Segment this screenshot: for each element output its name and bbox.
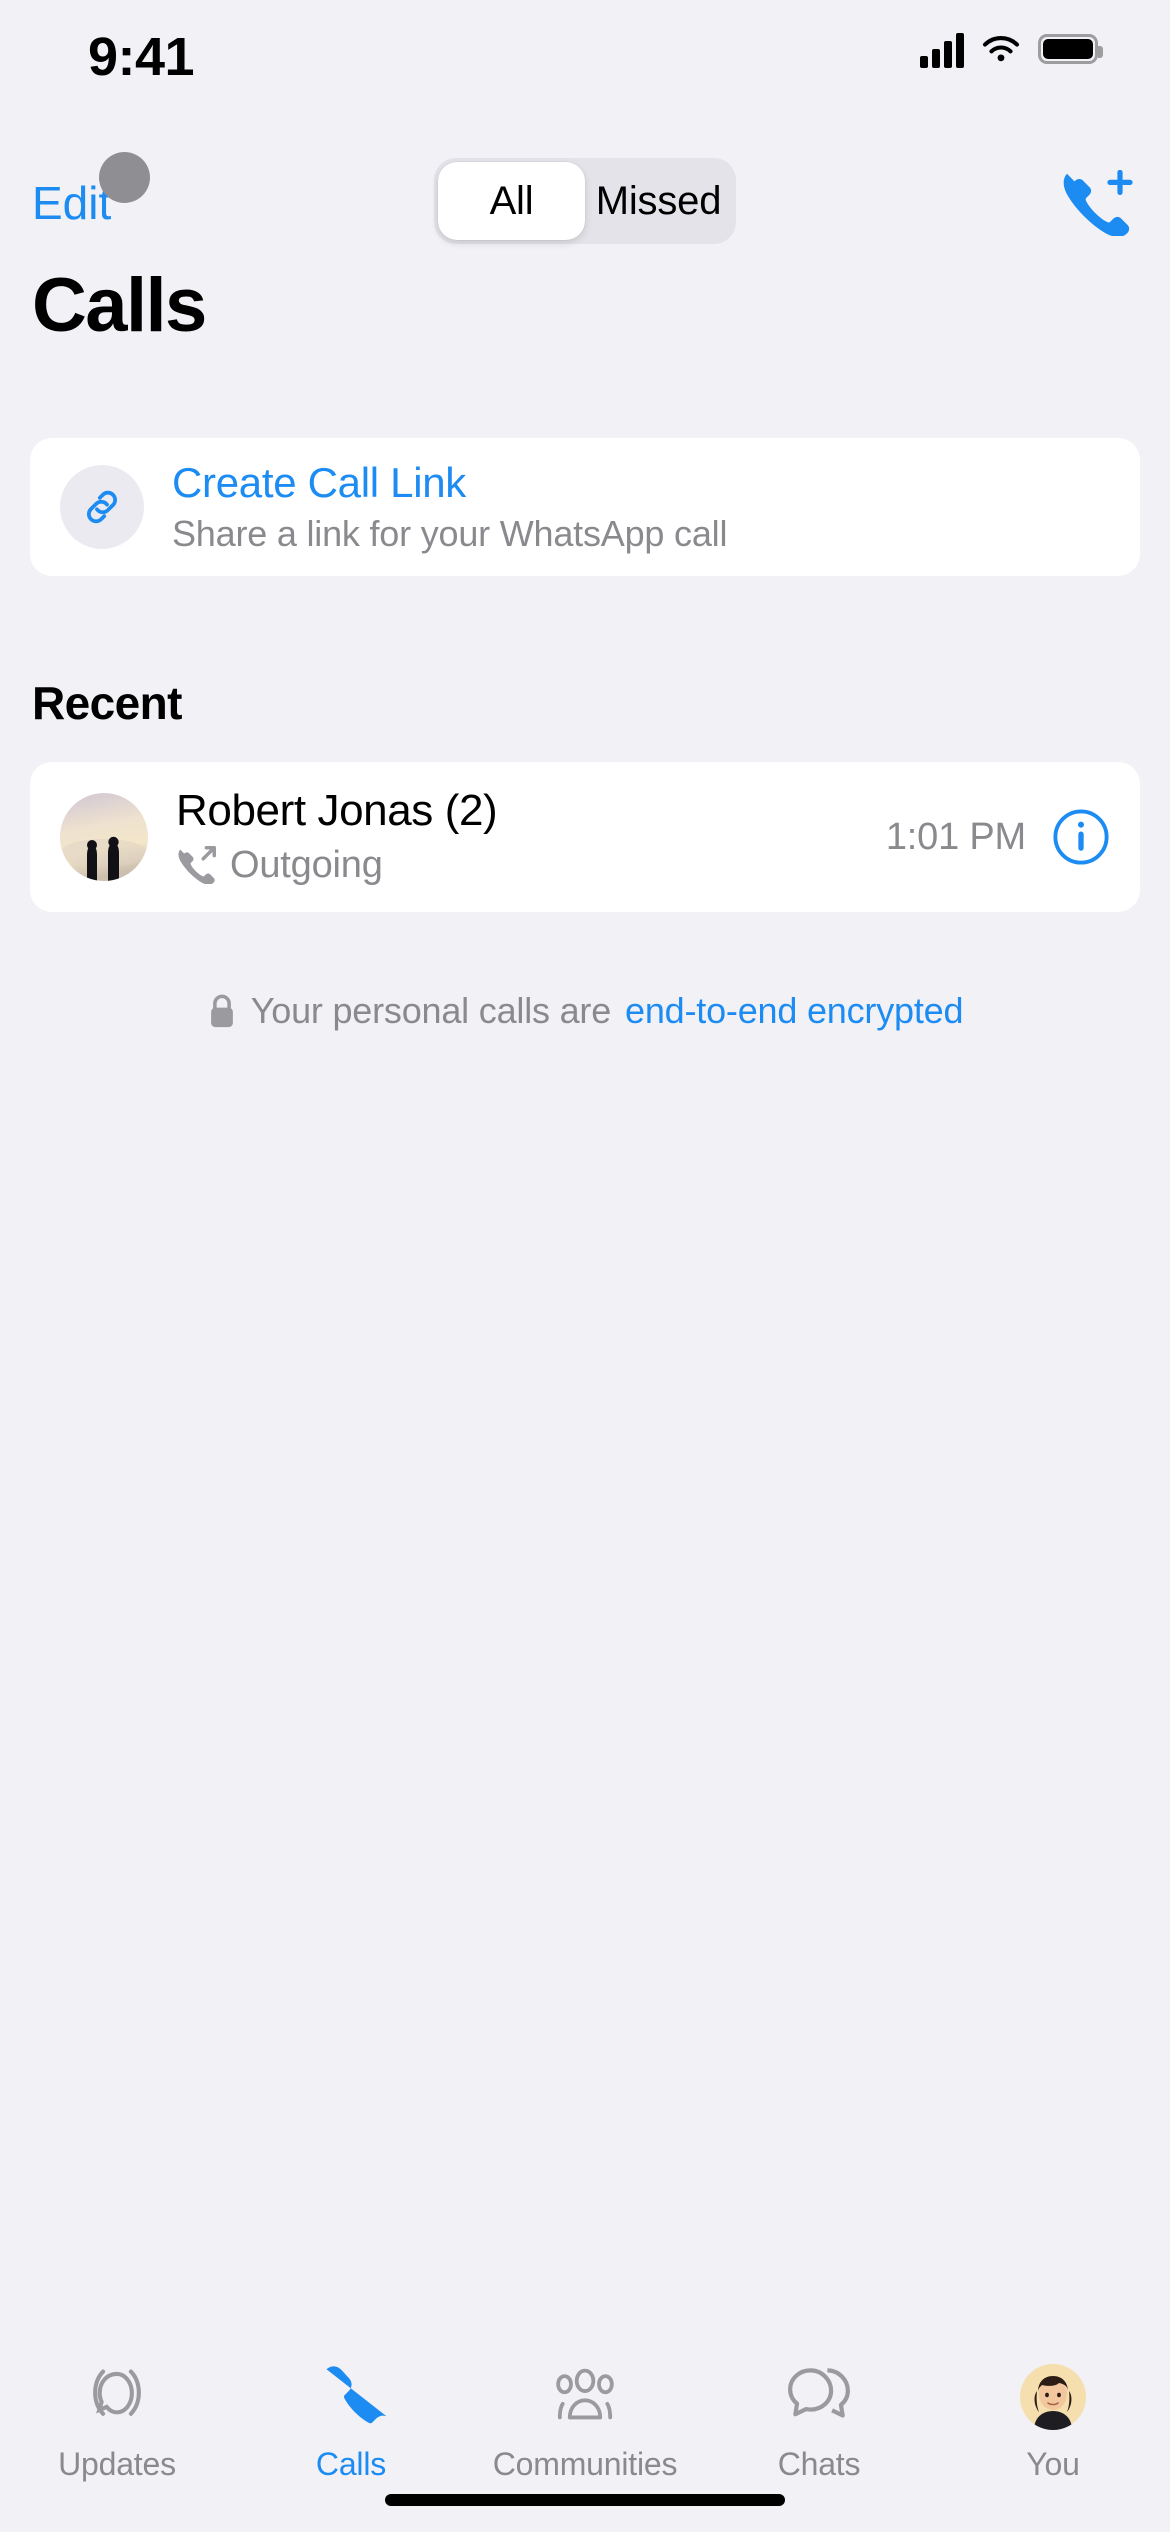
contact-avatar[interactable] bbox=[60, 793, 148, 881]
navigation-bar: Edit All Missed bbox=[0, 152, 1170, 262]
whatsapp-calls-screen: 9:41 Edit All Missed Calls Create Call L… bbox=[0, 0, 1170, 2532]
tab-label-updates: Updates bbox=[58, 2446, 176, 2482]
home-indicator[interactable] bbox=[385, 2494, 785, 2506]
link-chain-icon bbox=[60, 465, 144, 549]
status-bar-indicators bbox=[920, 30, 1103, 68]
encryption-notice-text: Your personal calls are bbox=[250, 990, 612, 1031]
call-log-row[interactable]: Robert Jonas (2) Outgoing 1:01 PM bbox=[30, 762, 1140, 912]
tab-calls[interactable]: Calls bbox=[234, 2358, 468, 2483]
tab-label-chats: Chats bbox=[777, 2446, 861, 2482]
create-call-link-card[interactable]: Create Call Link Share a link for your W… bbox=[30, 438, 1140, 576]
tab-you[interactable]: You bbox=[936, 2358, 1170, 2483]
calls-filter-segmented-control[interactable]: All Missed bbox=[434, 158, 736, 244]
tab-updates[interactable]: Updates bbox=[0, 2358, 234, 2483]
recent-section-header: Recent bbox=[32, 677, 182, 729]
communities-icon bbox=[547, 2358, 623, 2436]
profile-avatar-icon bbox=[1020, 2364, 1086, 2430]
call-contact-name: Robert Jonas (2) bbox=[176, 786, 498, 836]
battery-icon bbox=[1038, 34, 1103, 64]
updates-icon bbox=[81, 2358, 153, 2436]
phone-plus-icon[interactable] bbox=[1058, 170, 1134, 236]
call-timestamp: 1:01 PM bbox=[885, 815, 1026, 858]
tab-label-calls: Calls bbox=[315, 2446, 387, 2482]
lock-icon bbox=[210, 994, 233, 1028]
phone-icon bbox=[316, 2358, 386, 2436]
encryption-learn-more-link[interactable]: end-to-end encrypted bbox=[625, 990, 963, 1032]
info-circle-icon[interactable] bbox=[1052, 808, 1110, 866]
cellular-signal-icon bbox=[920, 30, 964, 68]
outgoing-call-icon bbox=[178, 846, 216, 885]
encryption-notice: Your personal calls are end-to-end encry… bbox=[0, 990, 1170, 1032]
create-call-link-title: Create Call Link bbox=[172, 458, 466, 506]
wifi-icon bbox=[982, 36, 1020, 62]
tab-communities[interactable]: Communities bbox=[468, 2358, 702, 2483]
page-title: Calls bbox=[32, 263, 207, 348]
create-call-link-subtitle: Share a link for your WhatsApp call bbox=[172, 513, 728, 555]
tab-label-you: You bbox=[1026, 2446, 1080, 2482]
edit-button[interactable]: Edit bbox=[32, 180, 111, 226]
tab-label-communities: Communities bbox=[492, 2446, 678, 2482]
touch-pointer-dot bbox=[99, 152, 150, 203]
status-bar-time: 9:41 bbox=[88, 27, 195, 87]
tab-all[interactable]: All bbox=[438, 162, 585, 240]
status-bar: 9:41 bbox=[0, 0, 1170, 150]
chats-icon bbox=[782, 2358, 856, 2436]
tab-chats[interactable]: Chats bbox=[702, 2358, 936, 2483]
tab-missed[interactable]: Missed bbox=[585, 162, 732, 240]
call-direction-label: Outgoing bbox=[230, 843, 383, 886]
